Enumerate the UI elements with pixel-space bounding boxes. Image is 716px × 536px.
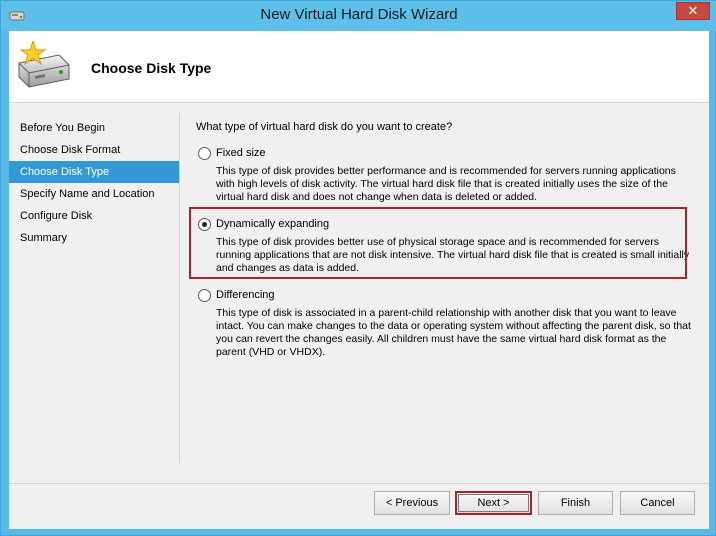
nav-divider xyxy=(179,113,180,463)
wizard-client: Choose Disk Type Before You Begin Choose… xyxy=(9,31,709,529)
selected-option-highlight xyxy=(189,207,687,279)
nav-item-choose-disk-type[interactable]: Choose Disk Type xyxy=(9,161,179,183)
new-disk-icon xyxy=(18,41,70,88)
close-button[interactable]: ✕ xyxy=(676,2,710,20)
finish-button[interactable]: Finish xyxy=(538,491,613,515)
differencing-radio[interactable] xyxy=(198,289,211,302)
differencing-label[interactable]: Differencing xyxy=(216,289,275,301)
differencing-description: This type of disk is associated in a par… xyxy=(216,307,691,358)
next-button-label[interactable]: Next > xyxy=(458,494,529,512)
nav-item-before-you-begin[interactable]: Before You Begin xyxy=(9,117,179,139)
nav-item-specify-name-location[interactable]: Specify Name and Location xyxy=(9,183,179,205)
fixed-size-radio[interactable] xyxy=(198,147,211,160)
wizard-window: New Virtual Hard Disk Wizard ✕ Choose Di… xyxy=(0,0,716,536)
nav-item-choose-disk-format[interactable]: Choose Disk Format xyxy=(9,139,179,161)
page-title: Choose Disk Type xyxy=(91,60,212,76)
cancel-button[interactable]: Cancel xyxy=(620,491,695,515)
wizard-nav: Before You Begin Choose Disk Format Choo… xyxy=(9,117,179,249)
next-button[interactable]: Next > xyxy=(455,491,532,515)
window-title: New Virtual Hard Disk Wizard xyxy=(260,6,458,23)
wizard-header: Choose Disk Type xyxy=(9,31,709,103)
nav-item-configure-disk[interactable]: Configure Disk xyxy=(9,205,179,227)
button-divider xyxy=(9,483,709,484)
fixed-size-description: This type of disk provides better perfor… xyxy=(216,165,676,203)
disk-type-question: What type of virtual hard disk do you wa… xyxy=(196,121,453,133)
fixed-size-label[interactable]: Fixed size xyxy=(216,147,266,159)
previous-button[interactable]: < Previous xyxy=(374,491,450,515)
nav-item-summary[interactable]: Summary xyxy=(9,227,179,249)
title-bar[interactable]: New Virtual Hard Disk Wizard ✕ xyxy=(1,1,716,31)
